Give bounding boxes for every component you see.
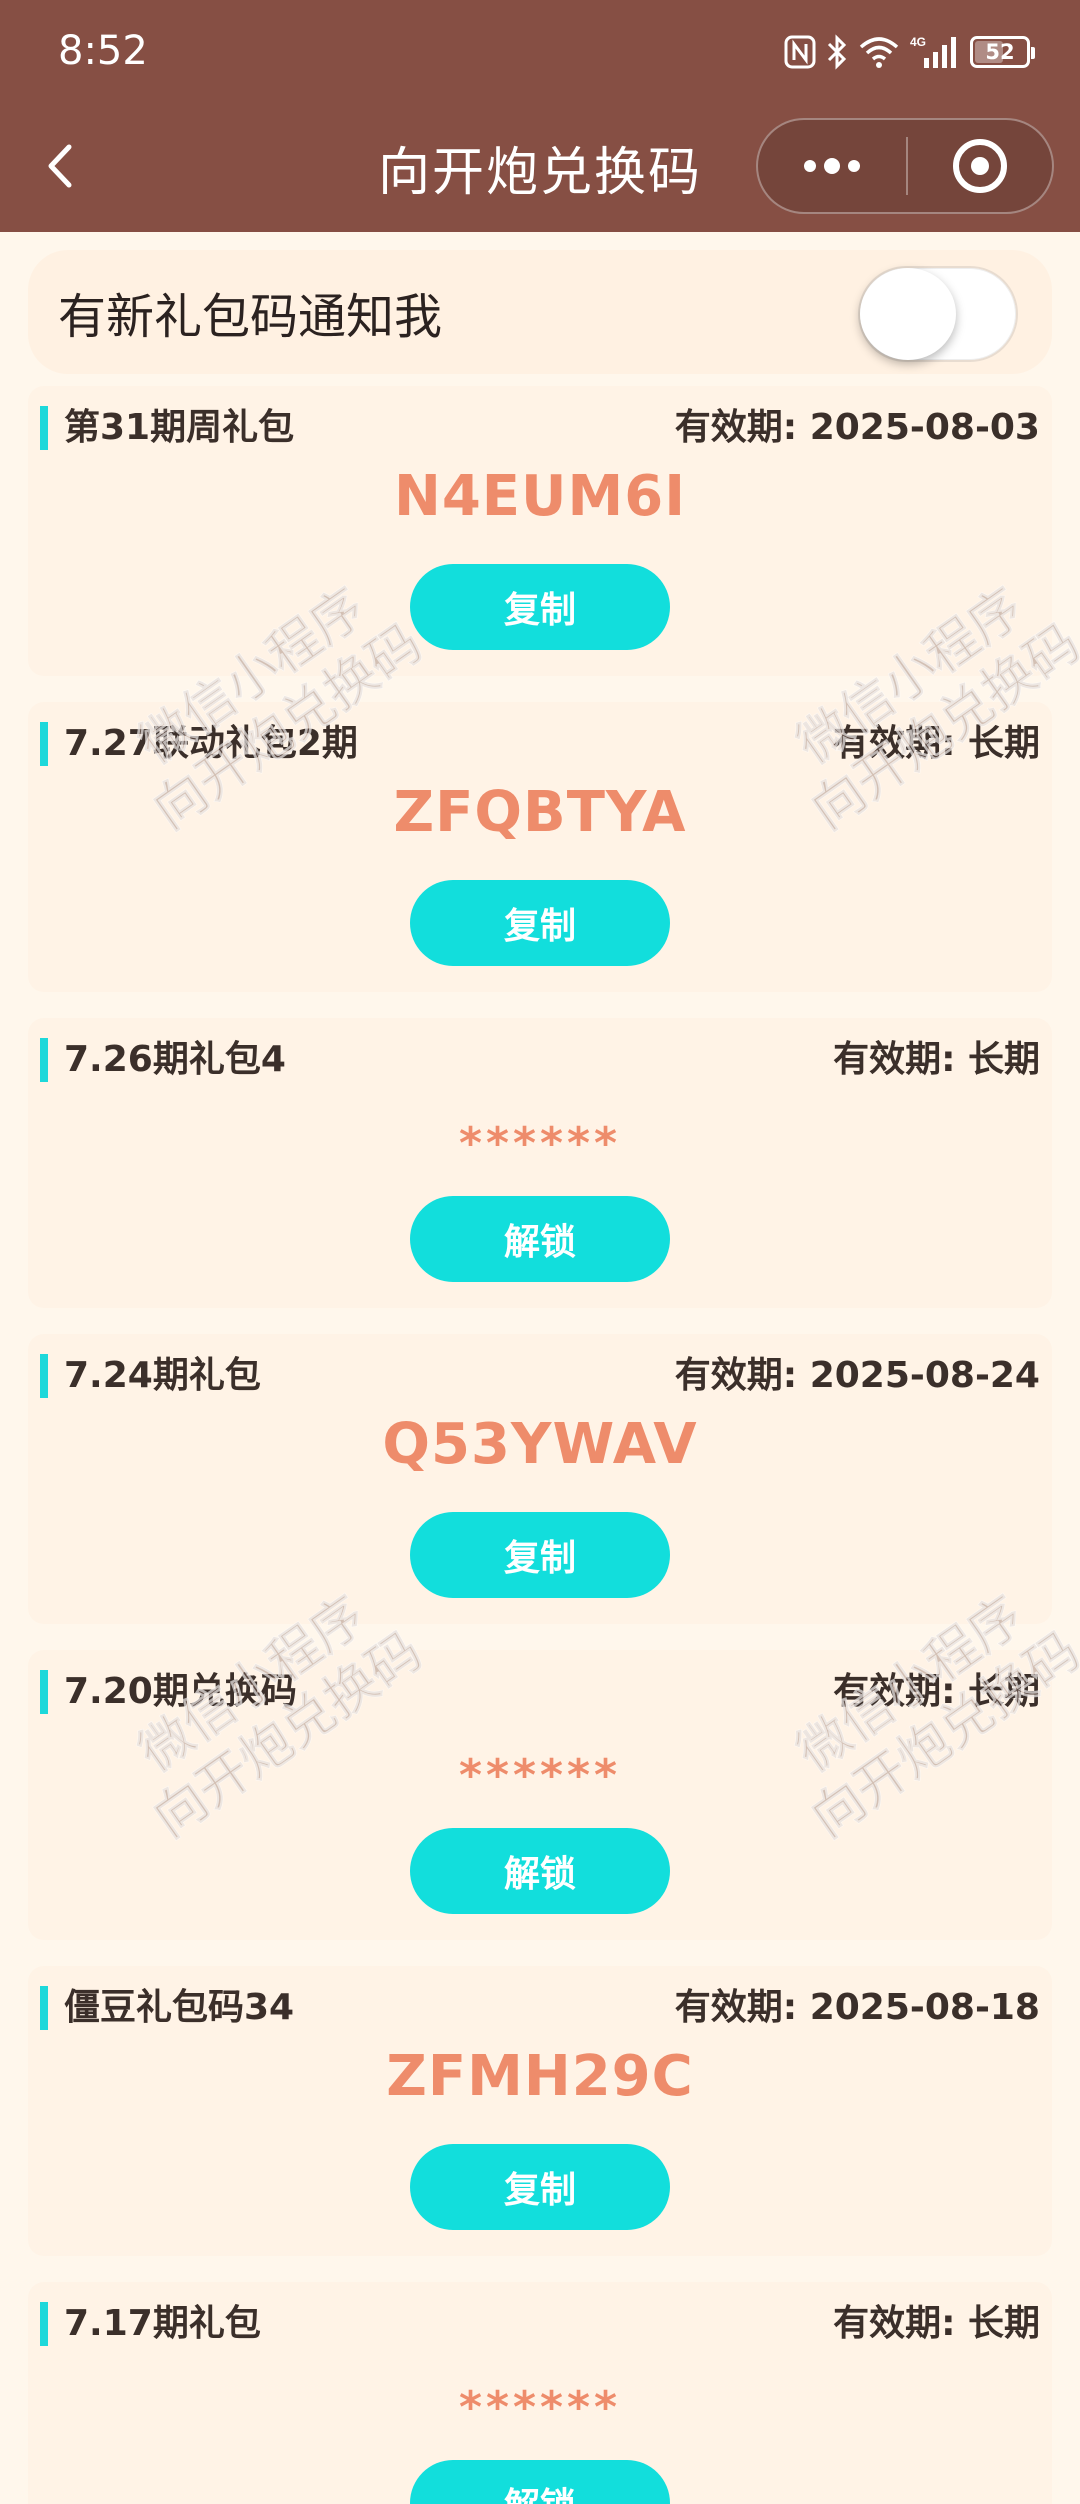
- gift-card: 7.24期礼包 有效期: 2025-08-24 Q53YWAV 复制: [28, 1334, 1052, 1624]
- card-accent-bar: [40, 1986, 48, 2030]
- gift-code: Q53YWAV: [382, 1412, 698, 1477]
- card-expiry: 有效期: 长期: [833, 2303, 1040, 2344]
- svg-text:4G: 4G: [910, 35, 926, 49]
- card-accent-bar: [40, 406, 48, 450]
- gift-code-masked: ******: [458, 1750, 622, 1801]
- copy-button[interactable]: 复制: [410, 880, 670, 966]
- close-target-icon: [953, 139, 1007, 193]
- card-expiry: 有效期: 2025-08-03: [674, 407, 1040, 448]
- wifi-icon: [858, 32, 900, 72]
- toggle-knob: [860, 268, 956, 360]
- copy-button[interactable]: 复制: [410, 2144, 670, 2230]
- card-title: 第31期周礼包: [64, 407, 295, 448]
- gift-card: 僵豆礼包码34 有效期: 2025-08-18 ZFMH29C 复制: [28, 1966, 1052, 2256]
- card-title: 7.27联动礼包2期: [64, 723, 358, 764]
- nfc-icon: [784, 32, 816, 72]
- mini-program-capsule: [756, 118, 1054, 214]
- gift-card: 7.27联动礼包2期 有效期: 长期 ZFQBTYA 复制: [28, 702, 1052, 992]
- card-expiry: 有效期: 长期: [833, 1671, 1040, 1712]
- signal-4g-icon: 4G: [910, 32, 960, 72]
- more-button[interactable]: [758, 120, 906, 212]
- close-button[interactable]: [908, 120, 1052, 212]
- more-dot-icon: [804, 160, 816, 172]
- card-accent-bar: [40, 1670, 48, 1714]
- battery-icon: 52: [970, 32, 1035, 72]
- gift-code-masked: ******: [458, 2382, 622, 2433]
- card-expiry: 有效期: 2025-08-24: [674, 1355, 1040, 1396]
- unlock-button[interactable]: 解锁: [410, 1196, 670, 1282]
- gift-code: N4EUM6I: [393, 464, 687, 529]
- unlock-button[interactable]: 解锁: [410, 1828, 670, 1914]
- bluetooth-icon: [826, 32, 848, 72]
- card-title: 7.24期礼包: [64, 1355, 261, 1396]
- card-expiry: 有效期: 长期: [833, 723, 1040, 764]
- card-accent-bar: [40, 722, 48, 766]
- notify-row: 有新礼包码通知我: [28, 250, 1052, 374]
- card-expiry: 有效期: 2025-08-18: [674, 1987, 1040, 2028]
- gift-card: 7.20期兑换码 有效期: 长期 ****** 解锁: [28, 1650, 1052, 1940]
- card-accent-bar: [40, 1038, 48, 1082]
- copy-button[interactable]: 复制: [410, 1512, 670, 1598]
- notify-label: 有新礼包码通知我: [58, 289, 443, 345]
- status-time: 8:52: [58, 28, 148, 74]
- gift-card: 第31期周礼包 有效期: 2025-08-03 N4EUM6I 复制: [28, 386, 1052, 676]
- card-accent-bar: [40, 2302, 48, 2346]
- more-dot-icon: [848, 160, 860, 172]
- copy-button[interactable]: 复制: [410, 564, 670, 650]
- card-title: 7.17期礼包: [64, 2303, 261, 2344]
- gift-code: ZFQBTYA: [393, 780, 687, 845]
- card-title: 7.20期兑换码: [64, 1671, 297, 1712]
- notify-toggle[interactable]: [858, 266, 1018, 362]
- unlock-button[interactable]: 解锁: [410, 2460, 670, 2504]
- card-accent-bar: [40, 1354, 48, 1398]
- card-expiry: 有效期: 长期: [833, 1039, 1040, 1080]
- more-dot-icon: [824, 158, 840, 174]
- card-title: 7.26期礼包4: [64, 1039, 286, 1080]
- gift-card: 7.17期礼包 有效期: 长期 ****** 解锁: [28, 2282, 1052, 2504]
- gift-code-masked: ******: [458, 1118, 622, 1169]
- card-title: 僵豆礼包码34: [64, 1987, 295, 2028]
- header: 8:52 4G 52 向开炮兑换码: [0, 0, 1080, 232]
- gift-card: 7.26期礼包4 有效期: 长期 ****** 解锁: [28, 1018, 1052, 1308]
- gift-code: ZFMH29C: [386, 2044, 694, 2109]
- status-icons: 4G 52: [784, 30, 1035, 74]
